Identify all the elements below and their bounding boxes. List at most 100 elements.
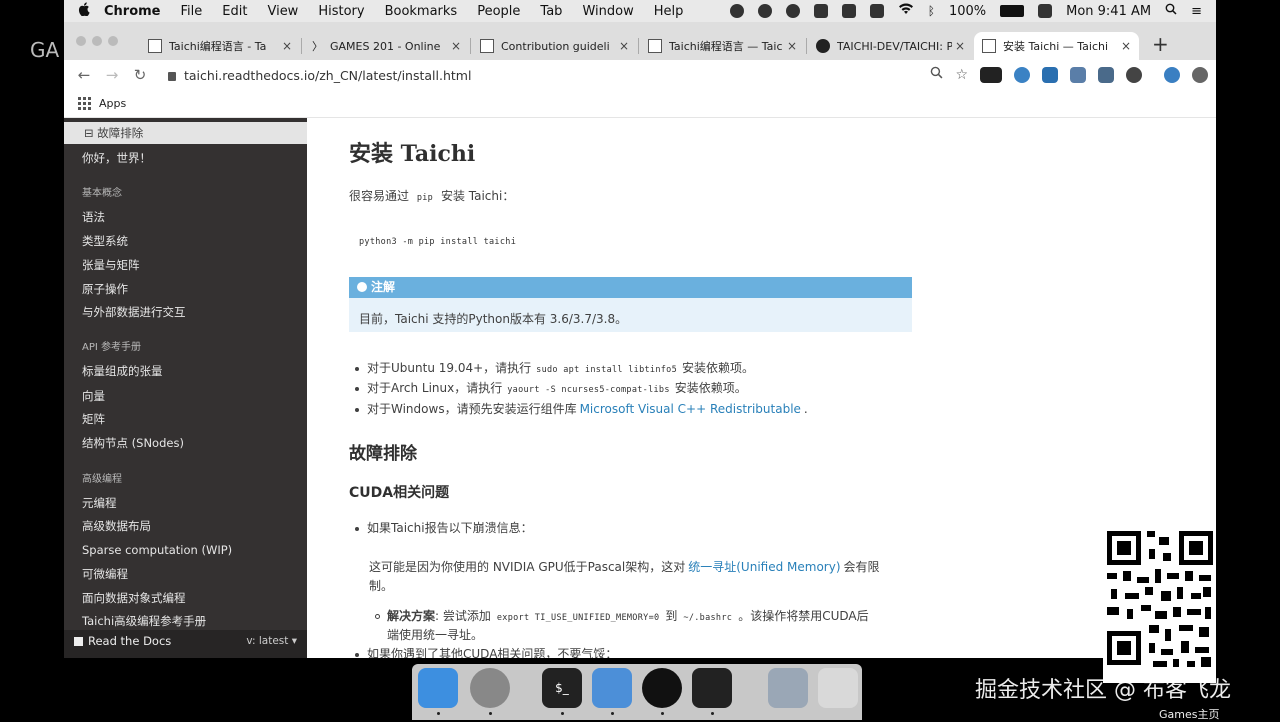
unified-memory-link[interactable]: 统一寻址(Unified Memory) <box>688 560 840 574</box>
menu-window[interactable]: Window <box>582 4 633 19</box>
menu-edit[interactable]: Edit <box>222 4 247 19</box>
tab-close-icon[interactable]: × <box>1121 39 1131 53</box>
extension-camera-icon[interactable] <box>1126 66 1142 83</box>
spotlight-search-icon[interactable] <box>1165 3 1177 19</box>
tab-close-icon[interactable]: × <box>787 39 797 53</box>
sidebar-item-hello-world[interactable]: 你好，世界！ <box>82 150 151 166</box>
sidebar-item-data-layout[interactable]: 高级数据布局 <box>82 518 151 534</box>
doc-favicon-icon <box>648 39 662 53</box>
note-admonition-title: 注解 <box>349 277 912 298</box>
menubar-clock[interactable]: Mon 9:41 AM <box>1066 4 1151 19</box>
sidebar-item-vectors[interactable]: 向量 <box>82 388 105 404</box>
menu-history[interactable]: History <box>318 4 364 19</box>
status-camera-icon[interactable] <box>813 4 828 18</box>
sidebar-item-scalar-tensors[interactable]: 标量组成的张量 <box>82 363 163 379</box>
apps-grid-icon[interactable] <box>78 97 91 110</box>
apple-icon[interactable] <box>64 2 104 20</box>
extension-save-icon[interactable] <box>1070 66 1086 83</box>
tab-taichi-docs[interactable]: Taichi编程语言 — Taic × <box>640 32 805 60</box>
list-item-arch: 对于Arch Linux，请执行 yaourt -S ncurses5-compa… <box>367 381 747 395</box>
bookmark-star-icon[interactable]: ☆ <box>955 67 968 83</box>
acrobat-icon[interactable] <box>692 668 732 708</box>
keynote-icon[interactable] <box>592 668 632 708</box>
note-text: 目前，Taichi 支持的Python版本有 3.6/3.7/3.8。 <box>359 312 628 326</box>
address-bar[interactable]: taichi.readthedocs.io/zh_CN/latest/insta… <box>168 68 471 83</box>
extension-calendar-icon[interactable] <box>1098 66 1114 83</box>
extension-kite-icon[interactable] <box>1042 66 1058 83</box>
bullet <box>355 653 359 657</box>
sidebar-item-advanced-ref[interactable]: Taichi高级编程参考手册 <box>82 613 206 629</box>
forward-button[interactable]: → <box>98 66 126 84</box>
new-tab-button[interactable]: + <box>1152 32 1169 56</box>
sidebar-current-item[interactable]: ⊟ 故障排除 <box>64 122 307 144</box>
tab-contribution-guidelines[interactable]: Contribution guideli × <box>472 32 637 60</box>
menu-help[interactable]: Help <box>654 4 684 19</box>
menu-bookmarks[interactable]: Bookmarks <box>385 4 458 19</box>
reload-button[interactable]: ↻ <box>126 66 154 84</box>
rtd-brand[interactable]: Read the Docs <box>88 634 171 648</box>
list-item-windows: 对于Windows，请预先安装运行组件库 Microsoft Visual C++… <box>367 402 808 416</box>
bullet <box>355 527 359 531</box>
status-ime-icon[interactable] <box>1038 4 1053 18</box>
status-mail-icon[interactable] <box>869 4 884 18</box>
obs-icon[interactable] <box>642 668 682 708</box>
tab-title: GAMES 201 - Online <box>330 39 441 53</box>
menu-tab[interactable]: Tab <box>540 4 562 19</box>
tab-close-icon[interactable]: × <box>619 39 629 53</box>
bluetooth-icon[interactable]: ᛒ <box>928 4 935 18</box>
sidebar-item-syntax[interactable]: 语法 <box>82 209 105 225</box>
solution-line2: 端使用统一寻址。 <box>387 628 484 642</box>
status-airplay-icon[interactable] <box>841 4 856 18</box>
doc-favicon-icon <box>982 39 996 53</box>
extension-globe-icon[interactable] <box>1014 66 1030 83</box>
battery-icon[interactable] <box>1000 5 1025 17</box>
sidebar-item-differentiable[interactable]: 可微编程 <box>82 566 128 582</box>
tab-games201[interactable]: 〉 GAMES 201 - Online × <box>304 32 469 60</box>
doc-content: 安装 Taichi 很容易通过 pip 安装 Taichi： python3 -… <box>307 118 1216 658</box>
sidebar-item-type-system[interactable]: 类型系统 <box>82 233 128 249</box>
notification-center-icon[interactable]: ≡ <box>1191 4 1202 19</box>
tab-close-icon[interactable]: × <box>955 39 965 53</box>
downloads-stack-icon[interactable] <box>768 668 808 708</box>
back-button[interactable]: ← <box>70 66 98 84</box>
sidebar-item-sparse[interactable]: Sparse computation (WIP) <box>82 543 232 557</box>
sidebar-item-odop[interactable]: 面向数据对象式编程 <box>82 590 186 606</box>
window-traffic-lights[interactable] <box>76 36 118 46</box>
wifi-icon[interactable] <box>898 3 914 19</box>
tab-install-taichi-active[interactable]: 安装 Taichi — Taichi × <box>974 32 1139 60</box>
sidebar-item-snodes[interactable]: 结构节点 (SNodes) <box>82 435 184 451</box>
tab-close-icon[interactable]: × <box>282 39 292 53</box>
status-wechat-icon[interactable] <box>785 4 800 18</box>
terminal-icon[interactable]: $_ <box>542 668 582 708</box>
sidebar-item-tensors-matrices[interactable]: 张量与矩阵 <box>82 257 140 273</box>
bullet <box>355 387 359 391</box>
sidebar-item-external-data[interactable]: 与外部数据进行交互 <box>82 304 186 320</box>
zoom-icon[interactable] <box>930 66 943 83</box>
url-text: taichi.readthedocs.io/zh_CN/latest/insta… <box>184 67 472 83</box>
tab-taichi-lang[interactable]: Taichi编程语言 - Ta × <box>140 32 300 60</box>
profile-avatar-icon[interactable] <box>1164 66 1180 83</box>
rtd-footer[interactable]: Read the Docs v: latest ▾ <box>64 630 307 658</box>
menu-app-name[interactable]: Chrome <box>104 4 161 19</box>
tab-github-taichi[interactable]: TAICHI-DEV/TAICHI: Pro × <box>808 32 973 60</box>
status-app-icon[interactable] <box>729 4 744 18</box>
status-cloud-icon[interactable] <box>757 4 772 18</box>
menu-people[interactable]: People <box>477 4 520 19</box>
sidebar-item-matrices[interactable]: 矩阵 <box>82 411 105 427</box>
tab-close-icon[interactable]: × <box>451 39 461 53</box>
sidebar-item-atomic-ops[interactable]: 原子操作 <box>82 281 128 297</box>
chrome-dock-icon[interactable] <box>470 668 510 708</box>
vc-redist-link[interactable]: Microsoft Visual C++ Redistributable <box>580 402 801 416</box>
sidebar-item-metaprogramming[interactable]: 元编程 <box>82 495 117 511</box>
pip-code: pip <box>416 193 434 203</box>
bookmarks-bar: Apps <box>64 90 1216 118</box>
menu-file[interactable]: File <box>181 4 203 19</box>
extension-dnd-icon[interactable] <box>980 66 1002 83</box>
rtd-version[interactable]: v: latest ▾ <box>246 630 297 652</box>
trash-icon[interactable] <box>818 668 858 708</box>
qr-code <box>1103 523 1216 683</box>
apps-bookmark[interactable]: Apps <box>99 97 126 110</box>
chrome-menu-icon[interactable] <box>1192 66 1208 83</box>
menu-view[interactable]: View <box>267 4 298 19</box>
finder-icon[interactable] <box>418 668 458 708</box>
